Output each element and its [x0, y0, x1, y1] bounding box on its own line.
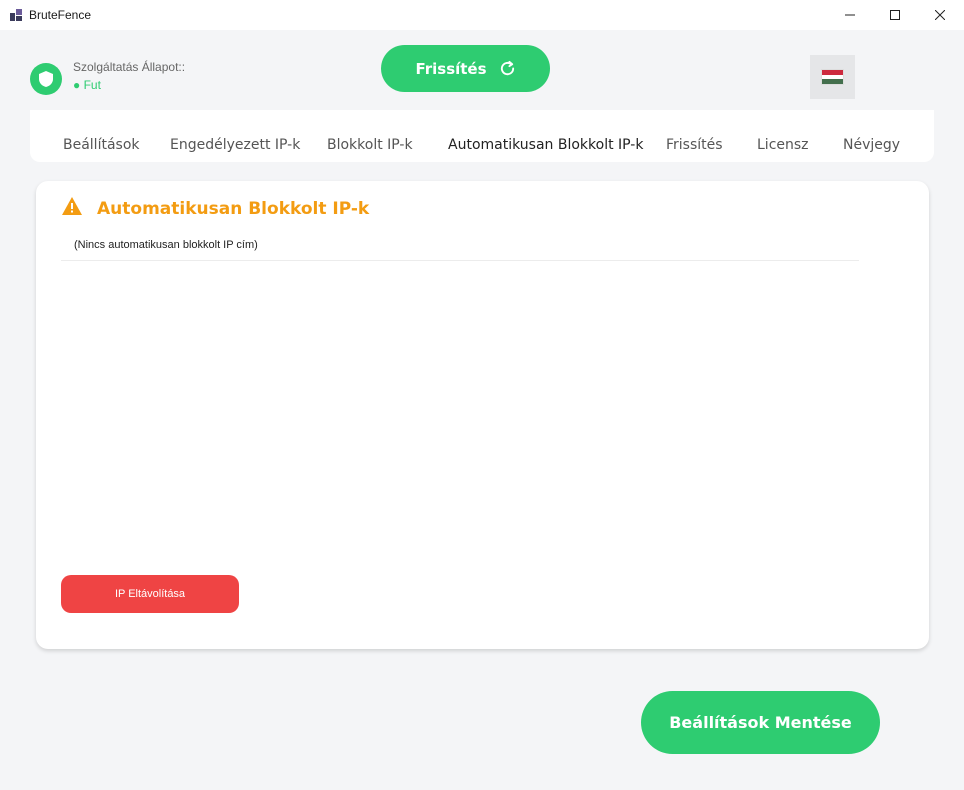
service-status-label: Szolgáltatás Állapot:: — [73, 60, 186, 74]
hungarian-flag-icon — [821, 69, 844, 85]
warning-icon — [62, 197, 82, 215]
maximize-icon — [890, 10, 900, 20]
app-logo-icon — [10, 9, 22, 21]
tab-settings[interactable]: Beállítások — [63, 137, 140, 153]
service-status-value: ● Fut — [73, 78, 101, 92]
tab-update[interactable]: Frissítés — [666, 137, 723, 153]
minimize-icon — [845, 14, 855, 16]
auto-blocked-panel: Automatikusan Blokkolt IP-k (Nincs autom… — [36, 181, 929, 649]
title-bar: BruteFence — [0, 0, 964, 30]
tab-about[interactable]: Névjegy — [843, 137, 900, 153]
refresh-button-label: Frissítés — [415, 59, 487, 78]
tab-auto-blocked-ips[interactable]: Automatikusan Blokkolt IP-k — [448, 137, 643, 153]
window-title: BruteFence — [29, 8, 92, 22]
list-item[interactable]: (Nincs automatikusan blokkolt IP cím) — [74, 239, 258, 251]
tab-license[interactable]: Licensz — [757, 137, 809, 153]
auto-blocked-ip-list[interactable]: (Nincs automatikusan blokkolt IP cím) — [61, 231, 859, 261]
tab-bar: Beállítások Engedélyezett IP-k Blokkolt … — [30, 110, 934, 162]
panel-title: Automatikusan Blokkolt IP-k — [97, 199, 370, 219]
save-settings-button[interactable]: Beállítások Mentése — [641, 691, 880, 754]
refresh-icon — [500, 60, 514, 76]
tab-blocked-ips[interactable]: Blokkolt IP-k — [327, 137, 413, 153]
close-button[interactable] — [917, 0, 963, 30]
remove-ip-button[interactable]: IP Eltávolítása — [61, 575, 239, 613]
close-icon — [935, 10, 945, 20]
refresh-button[interactable]: Frissítés — [381, 45, 550, 92]
shield-icon — [30, 63, 62, 95]
maximize-button[interactable] — [872, 0, 918, 30]
language-button[interactable] — [810, 55, 855, 99]
tab-allowed-ips[interactable]: Engedélyezett IP-k — [170, 137, 300, 153]
minimize-button[interactable] — [827, 0, 873, 30]
